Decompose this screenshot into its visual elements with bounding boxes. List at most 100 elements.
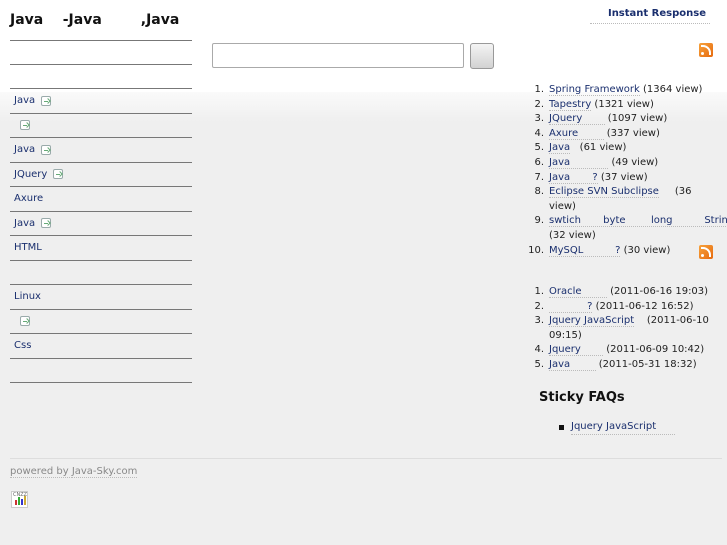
list-item-number: 5.: [534, 358, 544, 370]
list-item-number: 6.: [534, 156, 544, 168]
list-item: 9. swtich byte long String (32 view): [534, 214, 727, 243]
nav-item[interactable]: [10, 40, 192, 65]
post-meta: (1097 view): [604, 113, 668, 125]
list-item: 1. Spring Framework (1364 view): [534, 83, 709, 98]
powered-by: powered by Java-Sky.com: [10, 466, 138, 478]
list-item: 8. Eclipse SVN Subclipse (36 view): [534, 185, 709, 214]
list-item: 3. Jquery JavaScript (2011-06-10 09:15): [534, 314, 709, 343]
nav-item[interactable]: Java: [10, 138, 192, 163]
sticky-faqs-title: Sticky FAQs: [539, 390, 625, 405]
list-item-number: 4.: [534, 127, 544, 139]
list-item-number: 10.: [528, 244, 544, 256]
list-item: 2. ? (2011-06-12 16:52): [534, 300, 709, 315]
nav-item-label: Java: [14, 217, 36, 229]
rss-feed-icon[interactable]: [699, 43, 713, 57]
expand-arrow-icon[interactable]: [41, 144, 52, 155]
list-item: 5. Java (2011-05-31 18:32): [534, 358, 709, 373]
nav-item[interactable]: JQuery: [10, 163, 192, 187]
expand-arrow-icon[interactable]: [41, 95, 52, 106]
expand-arrow-icon[interactable]: [20, 316, 30, 327]
popular-posts-list: 1. Spring Framework (1364 view) 2. Tapestry…: [528, 83, 727, 259]
post-meta: (2011-06-16 19:03): [606, 286, 709, 297]
nav-item[interactable]: [10, 310, 192, 334]
post-link[interactable]: Jquery JavaScript: [549, 315, 635, 328]
expand-arrow-icon[interactable]: [41, 218, 52, 229]
counter-bar: [21, 499, 23, 505]
list-item: 4. Axure (337 view): [534, 127, 709, 142]
nav-item-label: Axure: [14, 193, 44, 205]
site-title[interactable]: Java -Java ,Java: [10, 12, 179, 28]
category-nav: Java Java JQuery Axure Java HTML Linux Css: [10, 40, 192, 383]
rss-feed-icon[interactable]: [699, 245, 713, 259]
nav-item[interactable]: [10, 65, 192, 89]
nav-item[interactable]: [10, 114, 192, 138]
list-item-number: 2.: [534, 300, 544, 312]
list-item-number: 3.: [534, 113, 544, 125]
post-link[interactable]: swtich byte long String: [549, 215, 727, 228]
post-meta: (2011-06-12 16:52): [592, 300, 694, 312]
search-button[interactable]: [470, 43, 494, 69]
list-item: 1. Oracle (2011-06-16 19:03): [534, 285, 709, 300]
nav-item[interactable]: Css: [10, 334, 192, 359]
nav-item-label: Css: [14, 340, 32, 352]
post-link[interactable]: Java ?: [549, 171, 598, 184]
nav-item-label: JQuery: [14, 168, 48, 180]
search-input[interactable]: [212, 43, 464, 68]
list-item-number: 8.: [534, 186, 544, 198]
post-meta: (61 view): [570, 142, 627, 154]
list-item-number: 5.: [534, 142, 544, 154]
list-item-number: 3.: [534, 315, 544, 327]
nav-item[interactable]: Linux: [10, 285, 192, 310]
footer-divider: [10, 458, 722, 459]
list-item: 4. Jquery (2011-06-09 10:42): [534, 343, 709, 358]
list-item-number: 4.: [534, 344, 544, 356]
post-link[interactable]: MySQL ?: [549, 244, 621, 257]
list-item: Jquery JavaScript: [559, 420, 676, 435]
post-meta: (2011-05-31 18:32): [595, 358, 697, 370]
nav-item[interactable]: Java: [10, 212, 192, 236]
powered-site-link[interactable]: Java-Sky.com: [71, 466, 138, 478]
list-item: 6. Java (49 view): [534, 156, 709, 171]
list-item-number: 2.: [534, 98, 544, 110]
bullet-icon: [559, 425, 564, 430]
recent-posts-list: 1. Oracle (2011-06-16 19:03) 2. ? (2011-06…: [534, 285, 709, 373]
list-item: 2. Tapestry (1321 view): [534, 98, 709, 113]
post-link[interactable]: Spring Framework: [549, 84, 640, 96]
post-link[interactable]: Tapestry: [549, 98, 592, 111]
list-item-number: 1.: [534, 84, 544, 95]
counter-bar: [15, 500, 17, 505]
post-link[interactable]: ?: [549, 300, 593, 313]
post-link[interactable]: Axure: [549, 127, 604, 140]
instant-response-link[interactable]: Instant Response: [590, 8, 710, 24]
sticky-faqs-list: Jquery JavaScript: [559, 420, 676, 435]
post-meta: (2011-06-09 10:42): [603, 344, 705, 356]
nav-item[interactable]: HTML: [10, 236, 192, 261]
sticky-faq-link[interactable]: Jquery JavaScript: [571, 420, 676, 435]
post-link[interactable]: Eclipse SVN Subclipse: [549, 186, 659, 199]
cnzz-counter-icon[interactable]: CNZZ: [11, 491, 28, 508]
nav-item[interactable]: Axure: [10, 187, 192, 212]
nav-item-label: Java: [14, 95, 36, 107]
post-link[interactable]: Java: [549, 358, 596, 371]
post-link[interactable]: JQuery: [549, 113, 605, 126]
post-link[interactable]: Java: [549, 156, 609, 169]
post-meta: (1321 view): [591, 98, 654, 110]
post-link[interactable]: Jquery: [549, 344, 604, 357]
expand-arrow-icon[interactable]: [20, 120, 30, 131]
nav-item[interactable]: [10, 359, 192, 383]
list-item-number: 1.: [534, 286, 544, 297]
post-meta: (1364 view): [639, 84, 703, 95]
post-meta: (30 view): [620, 244, 671, 256]
post-meta: (49 view): [608, 156, 659, 168]
list-item: 10. MySQL ? (30 view): [528, 244, 709, 259]
list-item: 7. Java ? (37 view): [534, 171, 709, 186]
powered-prefix: powered by: [10, 466, 72, 478]
post-link[interactable]: Oracle: [549, 286, 607, 298]
expand-arrow-icon[interactable]: [53, 169, 64, 180]
nav-item-label: Linux: [14, 291, 41, 303]
post-link[interactable]: Java: [549, 142, 571, 155]
nav-item[interactable]: [10, 261, 192, 285]
nav-item[interactable]: Java: [10, 89, 192, 114]
list-item-number: 9.: [534, 215, 544, 227]
counter-bar: [18, 497, 20, 505]
